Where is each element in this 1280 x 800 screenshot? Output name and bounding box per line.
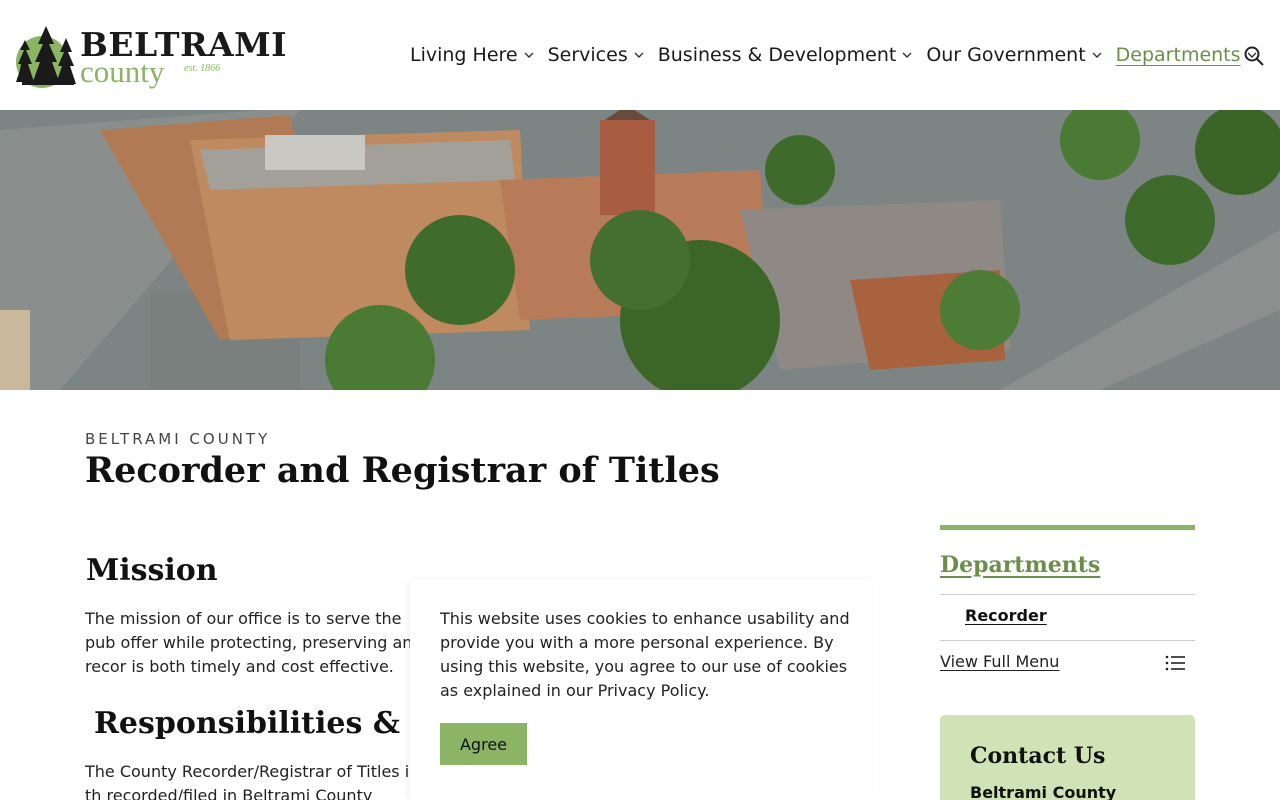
mission-heading: Mission (86, 553, 218, 588)
courthouse-aerial-image (0, 110, 1280, 390)
logo-subtitle: county (80, 54, 165, 89)
contact-organization: Beltrami County (970, 783, 1117, 800)
sidebar-item-recorder[interactable]: Recorder (965, 606, 1047, 625)
contact-card: Contact Us Beltrami County (940, 715, 1195, 800)
nav-services[interactable]: Services (548, 44, 644, 66)
agree-button[interactable]: Agree (440, 723, 527, 765)
breadcrumb-eyebrow: BELTRAMI COUNTY (85, 430, 271, 448)
divider (940, 594, 1195, 595)
logo-established: est. 1866 (184, 63, 221, 74)
sidebar-accent-bar (940, 525, 1195, 530)
main-nav: Living Here Services Business & Developm… (410, 42, 1271, 68)
nav-label: Services (547, 44, 628, 66)
cookie-text: This website uses cookies to enhance usa… (440, 609, 850, 700)
cookie-banner: This website uses cookies to enhance usa… (410, 580, 872, 800)
nav-living-here[interactable]: Living Here (410, 44, 534, 66)
nav-label: Our Government (926, 44, 1086, 66)
site-logo[interactable]: BELTRAMI county est. 1866 (14, 12, 287, 94)
chevron-down-icon (524, 52, 534, 58)
nav-our-government[interactable]: Our Government (926, 44, 1102, 66)
divider (940, 640, 1195, 641)
nav-label: Business & Development (657, 44, 897, 66)
view-full-menu-link[interactable]: View Full Menu (940, 652, 1059, 671)
hero-image (0, 110, 1280, 390)
sidebar-departments-link[interactable]: Departments (940, 552, 1100, 578)
site-header: BELTRAMI county est. 1866 Living Here Se… (0, 0, 1280, 110)
list-icon[interactable] (1165, 655, 1185, 671)
chevron-down-icon (634, 52, 644, 58)
nav-label: Departments (1115, 44, 1241, 66)
pine-trees-icon (16, 26, 76, 88)
nav-business-development[interactable]: Business & Development (658, 44, 913, 66)
chevron-down-icon (902, 52, 912, 58)
page-title: Recorder and Registrar of Titles (85, 450, 720, 491)
responsibilities-text: The County Recorder/Registrar of Titles … (85, 762, 418, 800)
nav-label: Living Here (410, 44, 518, 66)
mission-text: The mission of our office is to serve th… (85, 609, 423, 676)
chevron-down-icon (1092, 52, 1102, 58)
search-icon[interactable] (1243, 45, 1265, 67)
contact-title: Contact Us (970, 743, 1106, 769)
nav-departments[interactable]: Departments (1116, 44, 1257, 66)
responsibilities-heading: Responsibilities & Se (94, 706, 452, 741)
